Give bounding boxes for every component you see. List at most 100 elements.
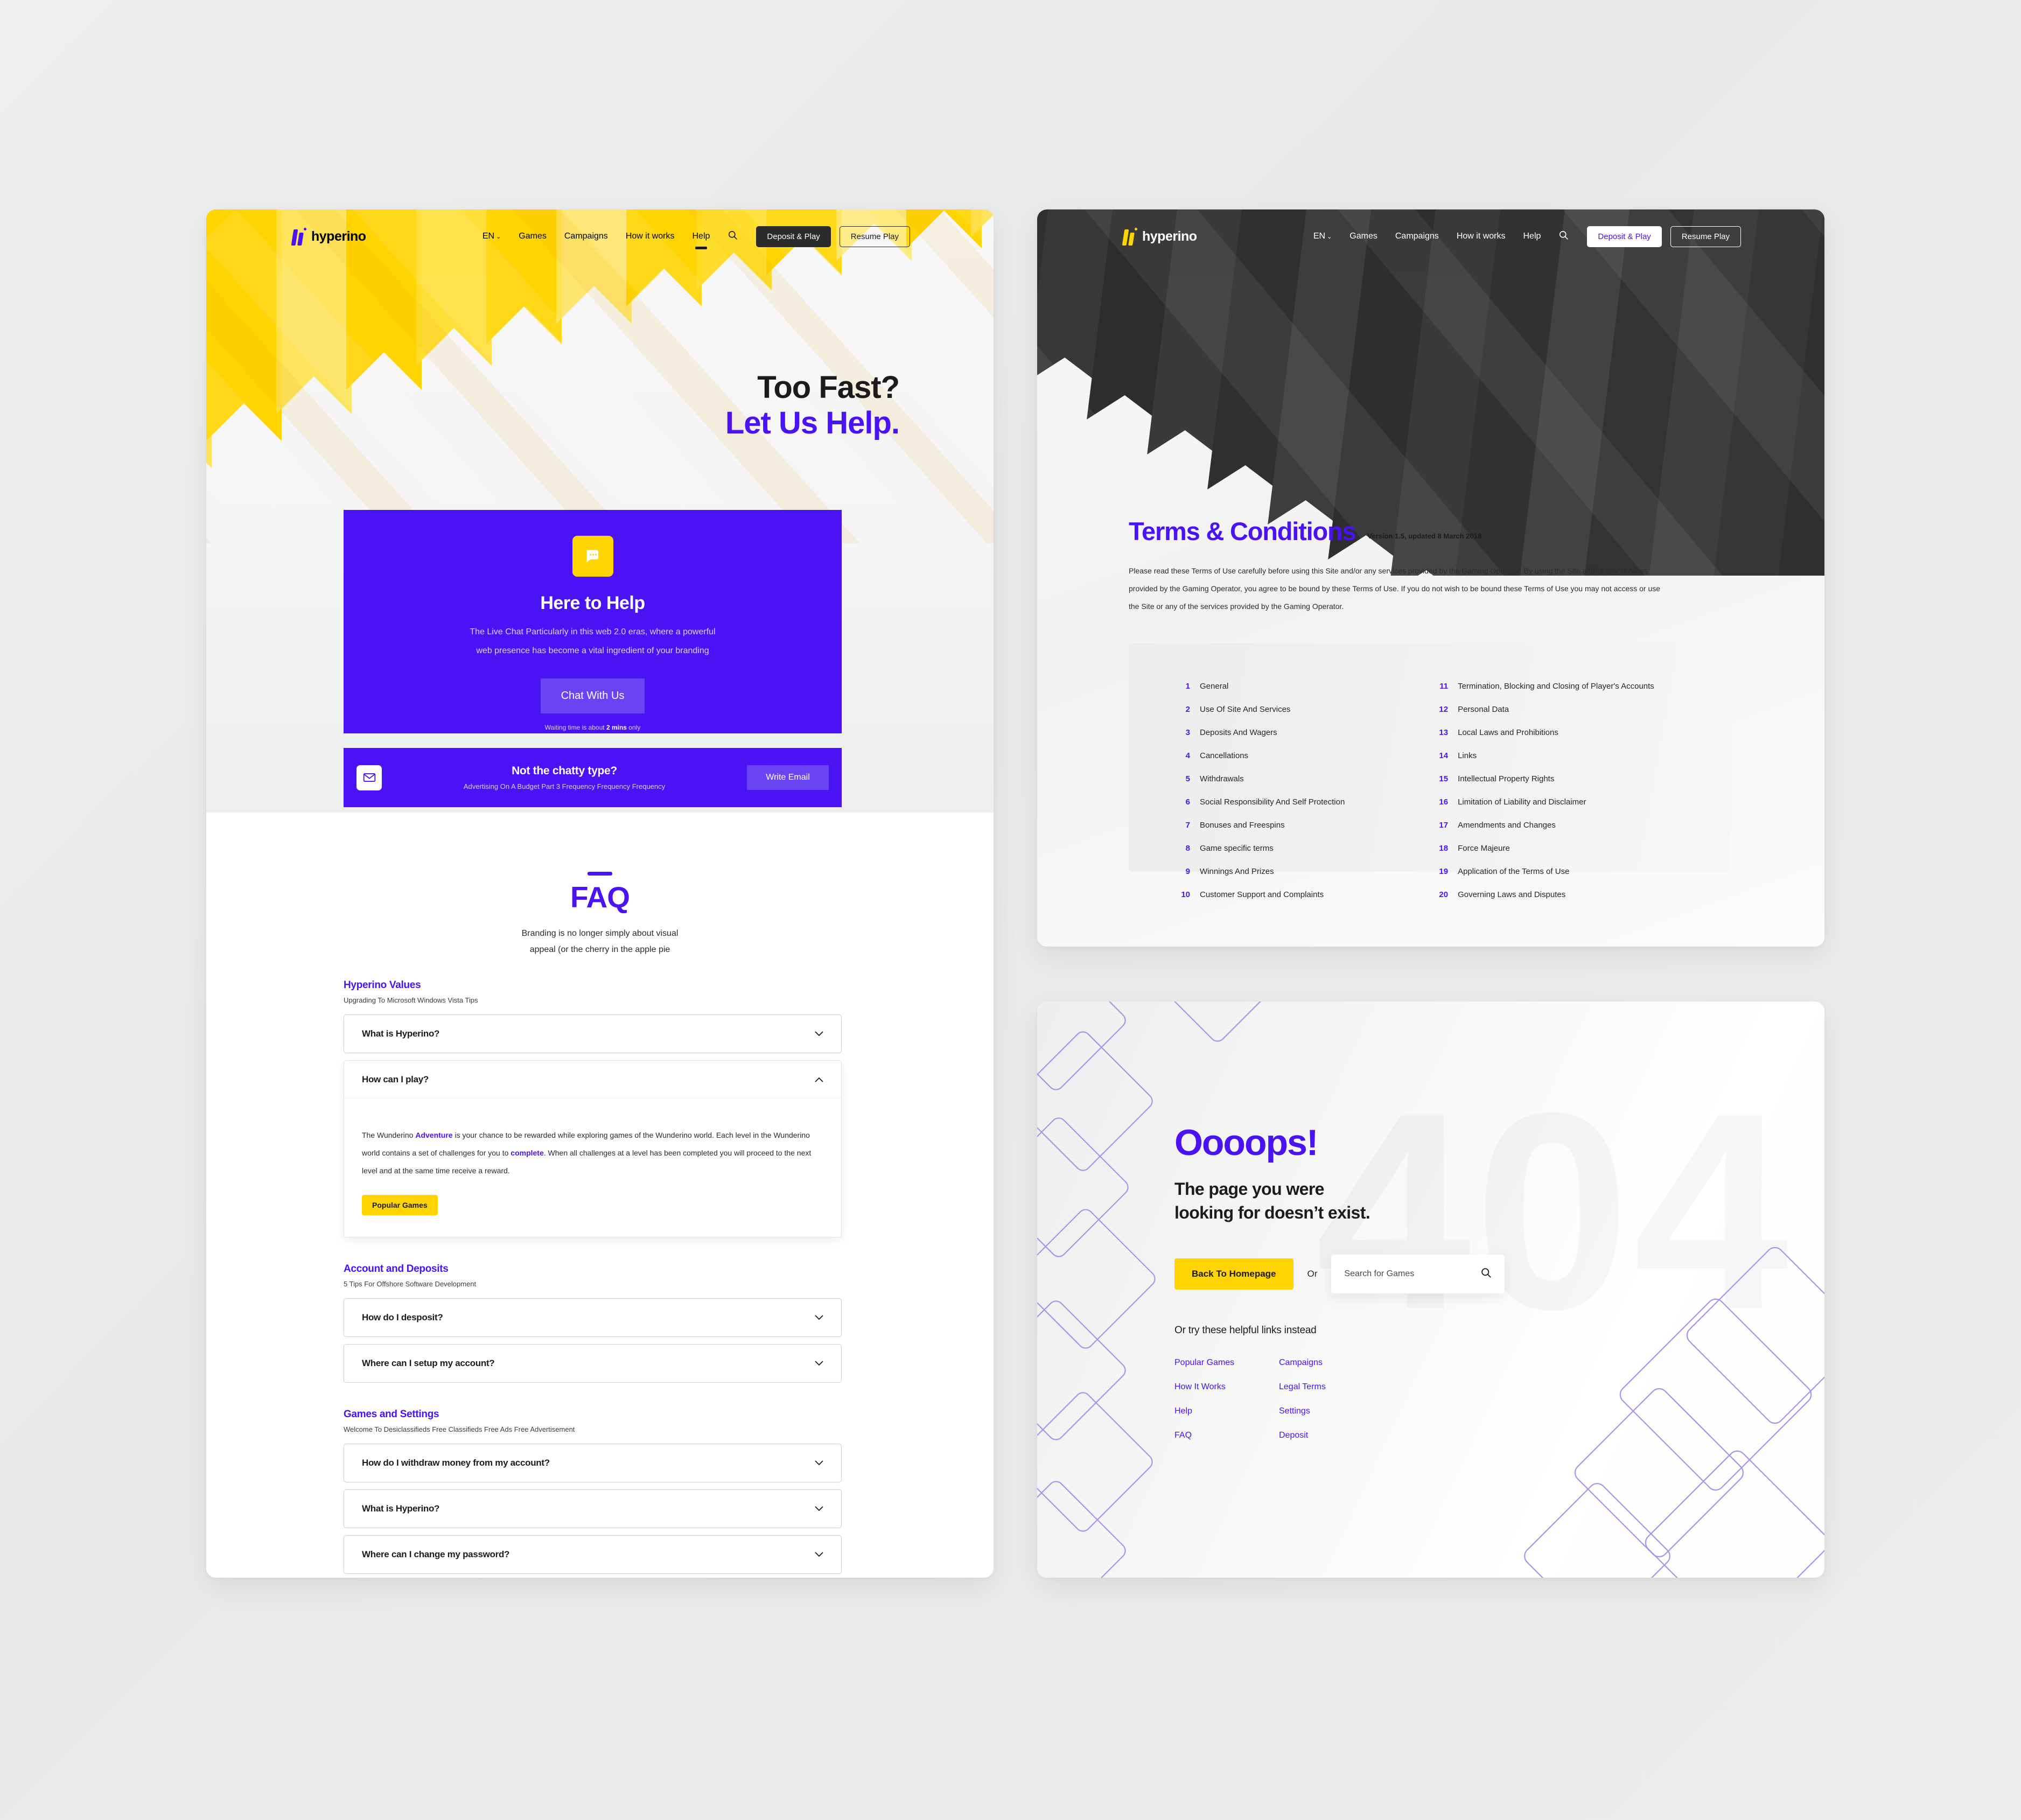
faq-answer-link-adventure[interactable]: Adventure <box>415 1131 452 1139</box>
faq-question: How do I withdraw money from my account? <box>362 1457 550 1468</box>
nav-item-how-it-works[interactable]: How it works <box>1457 232 1506 241</box>
terms-index-row[interactable]: 1 General <box>1172 682 1430 691</box>
notfound-oops-heading: Oooops! <box>1174 1122 1319 1163</box>
terms-index-label: Cancellations <box>1200 751 1249 760</box>
link-deposit[interactable]: Deposit <box>1279 1431 1505 1440</box>
popular-games-button[interactable]: Popular Games <box>362 1194 438 1215</box>
search-icon[interactable] <box>1558 230 1569 243</box>
nav-language-selector[interactable]: EN ⌄ <box>1313 232 1332 241</box>
terms-header: Terms & Conditions Version 1.5, updated … <box>1129 516 1481 546</box>
terms-index-row[interactable]: 17 Amendments and Changes <box>1430 821 1731 830</box>
terms-index-row[interactable]: 5 Withdrawals <box>1172 774 1430 783</box>
faq-accordion-header[interactable]: Where can I setup my account? <box>344 1345 841 1382</box>
link-legal-terms[interactable]: Legal Terms <box>1279 1382 1505 1392</box>
faq-accordion-item[interactable]: How do I withdraw money from my account? <box>344 1443 842 1482</box>
brand-logo[interactable]: hyperino <box>1122 227 1197 246</box>
brand-logo[interactable]: hyperino <box>291 227 366 246</box>
terms-index-row[interactable]: 12 Personal Data <box>1430 705 1731 714</box>
chevron-down-icon <box>815 1552 823 1557</box>
terms-index-row[interactable]: 9 Winnings And Prizes <box>1172 867 1430 876</box>
chevron-down-icon <box>815 1361 823 1366</box>
brand-name: hyperino <box>311 228 366 244</box>
search-icon[interactable] <box>1480 1267 1492 1281</box>
nav-item-campaigns[interactable]: Campaigns <box>564 232 608 241</box>
terms-index-row[interactable]: 18 Force Majeure <box>1430 844 1731 853</box>
terms-index-row[interactable]: 14 Links <box>1430 751 1731 760</box>
faq-accordion-header[interactable]: How do I withdraw money from my account? <box>344 1444 841 1482</box>
terms-index-number: 3 <box>1185 728 1190 737</box>
chat-card-body-line1: The Live Chat Particularly in this web 2… <box>470 627 716 636</box>
nav-buttons: Deposit & Play Resume Play <box>1587 226 1741 247</box>
chat-waiting-time-note: Waiting time is about 2 mins only <box>344 724 842 731</box>
faq-accordion-item[interactable]: Where can I setup my account? <box>344 1343 842 1383</box>
chat-card-body-line2: web presence has become a vital ingredie… <box>476 646 709 656</box>
hero-headline-line2: Let Us Help. <box>725 405 900 440</box>
search-input[interactable] <box>1344 1269 1481 1279</box>
terms-index-row[interactable]: 4 Cancellations <box>1172 751 1430 760</box>
terms-index-number: 9 <box>1185 867 1190 876</box>
faq-question: What is Hyperino? <box>362 1503 440 1514</box>
nav-item-help[interactable]: Help <box>1523 232 1541 241</box>
nav-links: EN ⌄ Games Campaigns How it works Help <box>1313 230 1569 243</box>
terms-index-row[interactable]: 2 Use Of Site And Services <box>1172 705 1430 714</box>
search-icon[interactable] <box>728 230 738 243</box>
terms-index-number: 7 <box>1185 821 1190 830</box>
terms-index-row[interactable]: 7 Bonuses and Freespins <box>1172 821 1430 830</box>
nav-item-games[interactable]: Games <box>1349 232 1377 241</box>
not-found-page-screen: 404 <box>1037 1002 1824 1578</box>
nav-item-campaigns[interactable]: Campaigns <box>1395 232 1439 241</box>
faq-group-subtitle: Welcome To Desiclassifieds Free Classifi… <box>344 1425 575 1433</box>
faq-accordion-header[interactable]: How do I desposit? <box>344 1299 841 1336</box>
link-settings[interactable]: Settings <box>1279 1406 1505 1416</box>
notfound-subheading: The page you were looking for doesn’t ex… <box>1174 1177 1505 1224</box>
terms-index-row[interactable]: 19 Application of the Terms of Use <box>1430 867 1731 876</box>
terms-index-row[interactable]: 3 Deposits And Wagers <box>1172 728 1430 737</box>
faq-accordion-header[interactable]: What is Hyperino? <box>344 1490 841 1528</box>
terms-index-row[interactable]: 15 Intellectual Property Rights <box>1430 774 1731 783</box>
terms-index-row[interactable]: 13 Local Laws and Prohibitions <box>1430 728 1731 737</box>
faq-accordion-header[interactable]: Where can I change my password? <box>344 1536 841 1573</box>
terms-version: Version 1.5, updated 8 March 2018 <box>1367 532 1482 540</box>
terms-index-row[interactable]: 8 Game specific terms <box>1172 844 1430 853</box>
link-popular-games[interactable]: Popular Games <box>1174 1358 1279 1368</box>
nav-item-how-it-works[interactable]: How it works <box>626 232 675 241</box>
nav-item-help[interactable]: Help <box>693 232 710 241</box>
faq-answer-text: The Wunderino Adventure is your chance t… <box>362 1126 823 1180</box>
link-help[interactable]: Help <box>1174 1406 1279 1416</box>
faq-accordion-item[interactable]: Where can I change my password? <box>344 1535 842 1574</box>
nav-language-selector[interactable]: EN ⌄ <box>482 232 501 241</box>
faq-answer-link-complete[interactable]: complete <box>511 1149 543 1157</box>
faq-accordion-item[interactable]: How can I play? The Wunderino Adventure … <box>344 1060 842 1237</box>
resume-play-button[interactable]: Resume Play <box>839 226 910 247</box>
search-games-field[interactable] <box>1331 1255 1505 1294</box>
terms-index-label: Intellectual Property Rights <box>1458 774 1555 783</box>
deposit-and-play-button[interactable]: Deposit & Play <box>756 226 831 247</box>
back-to-homepage-button[interactable]: Back To Homepage <box>1174 1258 1293 1290</box>
link-faq[interactable]: FAQ <box>1174 1431 1279 1440</box>
terms-index-row[interactable]: 10 Customer Support and Complaints <box>1172 890 1430 899</box>
link-campaigns[interactable]: Campaigns <box>1279 1358 1505 1368</box>
faq-accordion-item[interactable]: How do I desposit? <box>344 1298 842 1337</box>
chat-note-duration: 2 mins <box>606 724 627 732</box>
faq-accordion-header[interactable]: How can I play? <box>344 1061 841 1098</box>
faq-divider <box>588 872 612 876</box>
top-navbar: hyperino EN ⌄ Games Campaigns How it work… <box>1037 209 1824 263</box>
link-how-it-works[interactable]: How It Works <box>1174 1382 1279 1392</box>
chevron-down-icon <box>815 1031 823 1037</box>
faq-accordion-header[interactable]: What is Hyperino? <box>344 1015 841 1053</box>
terms-index-row[interactable]: 6 Social Responsibility And Self Protecti… <box>1172 797 1430 807</box>
resume-play-button[interactable]: Resume Play <box>1670 226 1741 247</box>
chat-note-prefix: Waiting time is about <box>544 724 606 732</box>
terms-index-row[interactable]: 16 Limitation of Liability and Disclaimer <box>1430 797 1731 807</box>
faq-accordion-item[interactable]: What is Hyperino? <box>344 1489 842 1528</box>
write-email-button[interactable]: Write Email <box>747 765 829 790</box>
faq-group-title: Games and Settings <box>344 1408 439 1420</box>
chat-with-us-button[interactable]: Chat With Us <box>541 678 645 714</box>
terms-index-row[interactable]: 11 Termination, Blocking and Closing of P… <box>1430 682 1731 691</box>
deposit-and-play-button[interactable]: Deposit & Play <box>1587 226 1662 247</box>
nav-item-games[interactable]: Games <box>519 232 547 241</box>
nav-buttons: Deposit & Play Resume Play <box>756 226 910 247</box>
faq-accordion-item[interactable]: What is Hyperino? <box>344 1014 842 1053</box>
notfound-content: Oooops! The page you were looking for do… <box>1174 1124 1505 1440</box>
terms-index-row[interactable]: 20 Governing Laws and Disputes <box>1430 890 1731 899</box>
